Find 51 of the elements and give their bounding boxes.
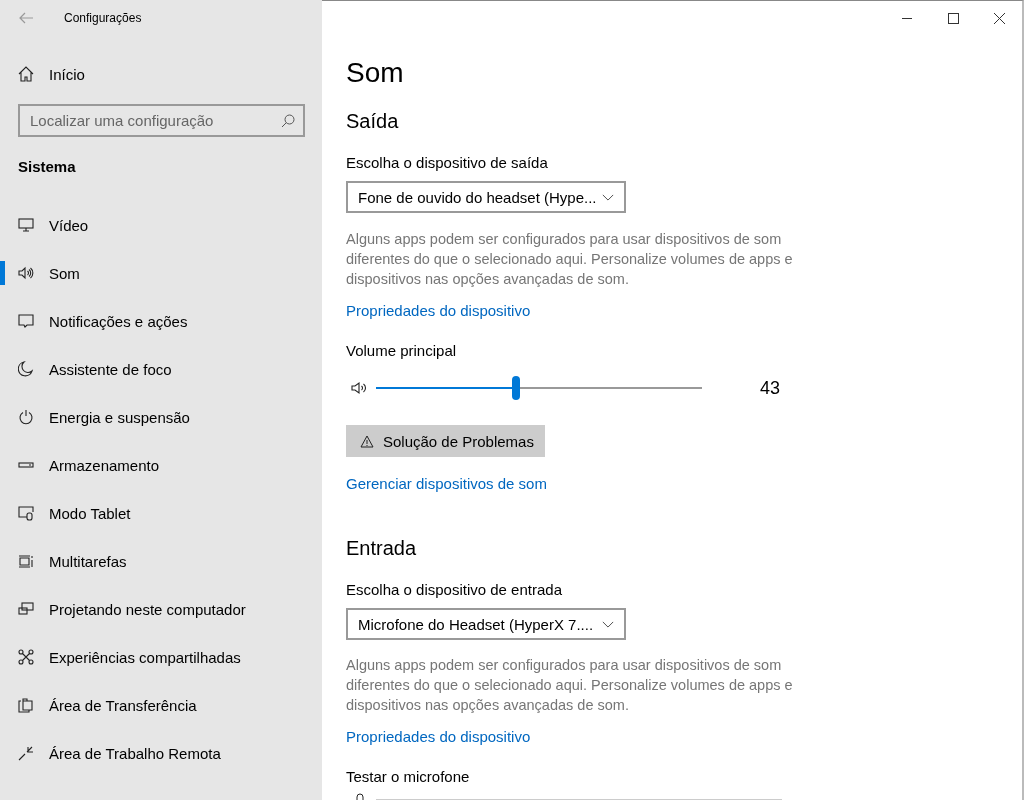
window-grid-icon (18, 553, 34, 569)
sidebar-item[interactable]: Assistente de foco (0, 345, 322, 393)
search-field[interactable]: Localizar uma configuração (18, 104, 305, 137)
sidebar-item[interactable]: Experiências compartilhadas (0, 633, 322, 681)
sidebar-item[interactable]: Área de Transferência (0, 681, 322, 729)
sidebar-item[interactable]: Vídeo (0, 201, 322, 249)
device-properties-link[interactable]: Propriedades do dispositivo (346, 727, 531, 747)
speaker-icon (18, 265, 34, 281)
nodes-icon (18, 649, 34, 665)
monitor-pair-icon (18, 601, 34, 617)
window-title: Configurações (64, 11, 142, 25)
speaker-icon[interactable] (351, 380, 368, 396)
sidebar-item[interactable]: Projetando neste computador (0, 585, 322, 633)
sidebar-item[interactable]: Modo Tablet (0, 489, 322, 537)
sidebar-item[interactable]: Som (0, 249, 322, 297)
chevron-down-icon (602, 193, 614, 201)
sidebar-item[interactable]: Multitarefas (0, 537, 322, 585)
home-icon (18, 66, 34, 82)
power-icon (18, 409, 34, 425)
sidebar-item[interactable]: Área de Trabalho Remota (0, 729, 322, 777)
chevron-down-icon (602, 620, 614, 628)
moon-icon (18, 361, 34, 377)
manage-devices-link[interactable]: Gerenciar dispositivos de som (346, 474, 547, 494)
clipboard-icon (18, 697, 34, 713)
sidebar-item[interactable]: Armazenamento (0, 441, 322, 489)
sidebar-item[interactable]: Energia e suspensão (0, 393, 322, 441)
field-label: Testar o microfone (346, 767, 471, 787)
troubleshoot-button[interactable]: Solução de Problemas (346, 425, 545, 457)
help-text: Alguns apps podem ser configurados para usar dispositivos de som diferentes do que o selecionado aqui. Personalize volumes de apps e dispositivos nas opções avançadas de som. (346, 656, 794, 715)
field-label: Escolha o dispositivo de entrada (346, 580, 563, 600)
section-heading: Sistema (18, 157, 77, 177)
device-dropdown[interactable]: Microfone do Headset (HyperX 7.... (346, 608, 626, 640)
tablet-hand-icon (18, 505, 34, 521)
device-properties-link[interactable]: Propriedades do dispositivo (346, 301, 531, 321)
device-dropdown[interactable]: Fone de ouvido do headset (Hype... (346, 181, 626, 213)
field-label: Escolha o dispositivo de saída (346, 153, 549, 173)
home-nav-item[interactable]: Início (0, 50, 322, 98)
section-heading: Entrada (346, 536, 418, 561)
back-arrow-icon[interactable] (18, 10, 34, 26)
section-heading: Saída (346, 109, 400, 134)
warning-icon (360, 434, 374, 448)
search-icon (281, 114, 295, 128)
slider-thumb[interactable] (512, 376, 521, 400)
page-title: Som (346, 56, 405, 90)
field-label: Volume principal (346, 341, 458, 361)
monitor-icon (18, 217, 34, 233)
speech-bubble-icon (18, 313, 34, 329)
help-text: Alguns apps podem ser configurados para usar dispositivos de som diferentes do que o selecionado aqui. Personalize volumes de apps e dispositivos nas opções avançadas de som. (346, 230, 794, 289)
arrows-icon (18, 745, 34, 761)
sidebar-item[interactable]: Notificações e ações (0, 297, 322, 345)
volume-reading: 43 (760, 377, 781, 399)
